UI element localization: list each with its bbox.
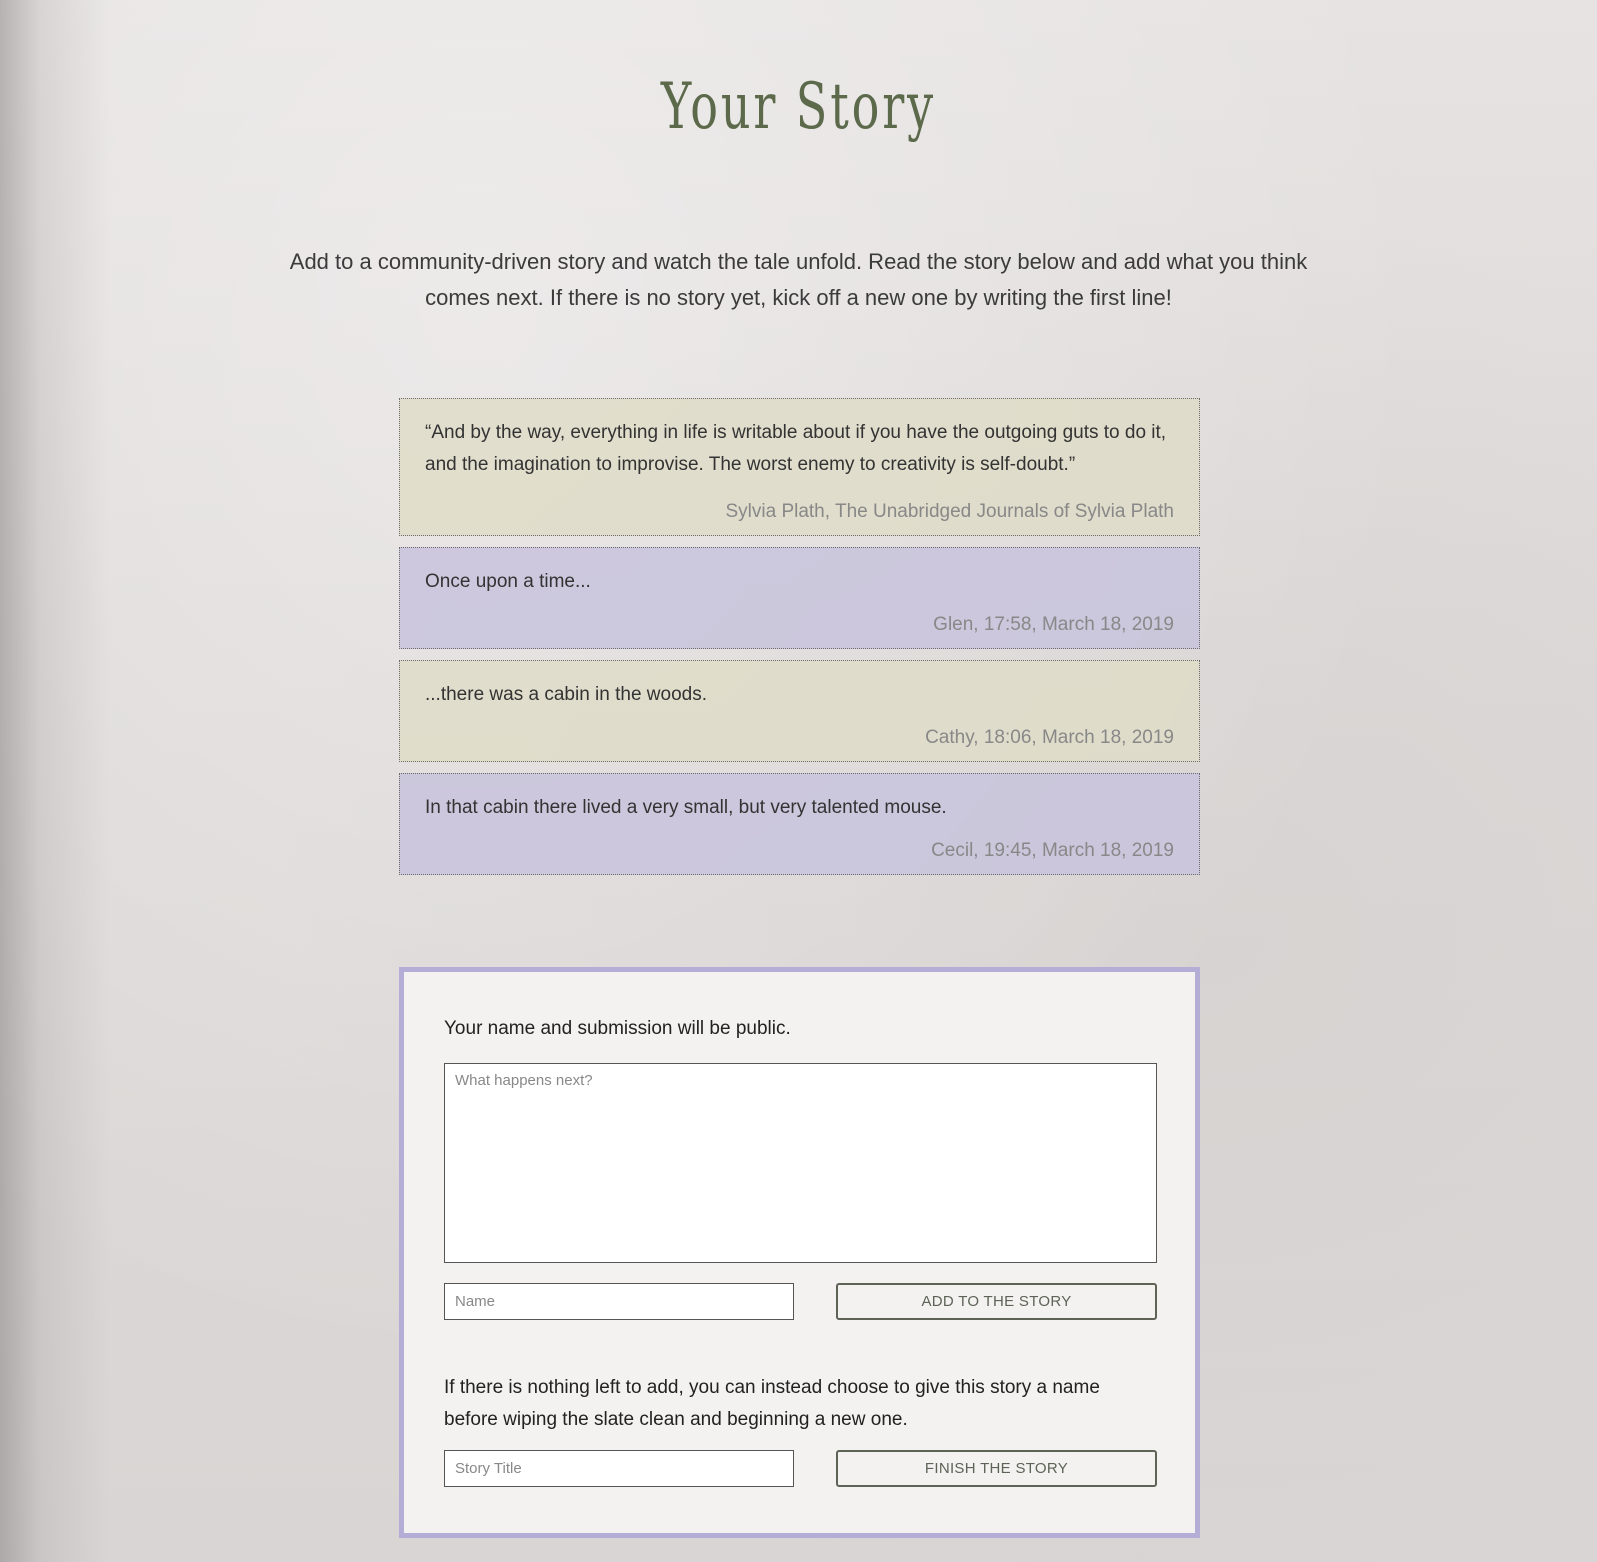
next-line-textarea[interactable] <box>444 1063 1157 1263</box>
story-entry: Once upon a time... Glen, 17:58, March 1… <box>399 547 1200 649</box>
public-notice: Your name and submission will be public. <box>444 1018 791 1039</box>
quote-text: “And by the way, everything in life is w… <box>425 422 1167 475</box>
story-title-input[interactable] <box>444 1450 794 1487</box>
story-entry: ...there was a cabin in the woods. Cathy… <box>399 660 1200 762</box>
quote-attribution: Sylvia Plath, The Unabridged Journals of… <box>725 501 1174 522</box>
story-entry-meta: Glen, 17:58, March 18, 2019 <box>933 614 1174 635</box>
story-entry-text: ...there was a cabin in the woods. <box>425 684 707 705</box>
add-to-story-button[interactable]: Add to the story <box>836 1283 1157 1320</box>
story-entry-text: In that cabin there lived a very small, … <box>425 797 947 818</box>
story-entry: In that cabin there lived a very small, … <box>399 773 1200 875</box>
page-title: Your Story <box>660 70 937 144</box>
story-entry-meta: Cecil, 19:45, March 18, 2019 <box>931 840 1174 861</box>
submission-form: Your name and submission will be public.… <box>399 967 1200 1538</box>
name-input[interactable] <box>444 1283 794 1320</box>
story-stack: “And by the way, everything in life is w… <box>399 398 1200 886</box>
finish-note: If there is nothing left to add, you can… <box>444 1377 1100 1430</box>
finish-story-button[interactable]: Finish the story <box>836 1450 1157 1487</box>
intro-text: Add to a community-driven story and watc… <box>289 249 1308 310</box>
quote-card: “And by the way, everything in life is w… <box>399 398 1200 536</box>
story-entry-text: Once upon a time... <box>425 571 591 592</box>
story-entry-meta: Cathy, 18:06, March 18, 2019 <box>925 727 1174 748</box>
